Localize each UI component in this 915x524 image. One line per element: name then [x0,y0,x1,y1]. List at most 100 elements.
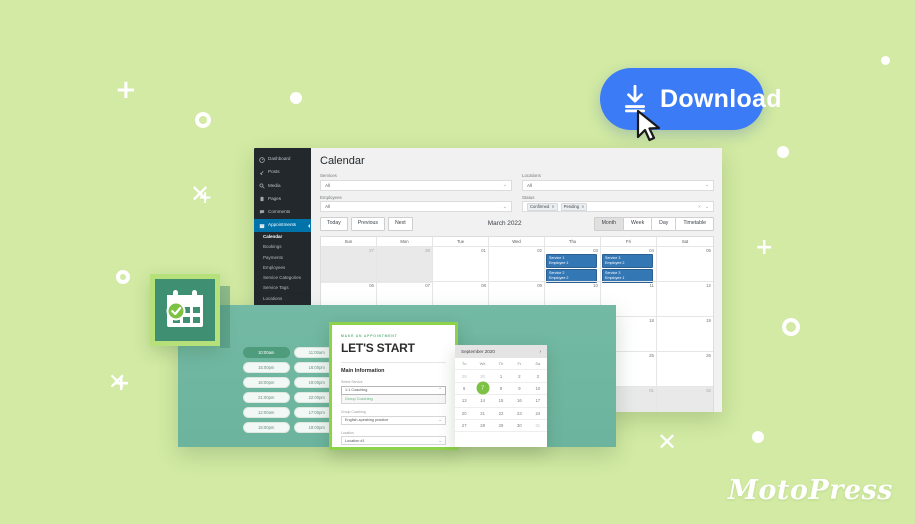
sidebar-item-dashboard[interactable]: Dashboard [254,153,311,166]
time-slot-button[interactable]: 15:00pm [243,362,290,373]
calendar-day-number: 11 [601,283,654,288]
calendar-day-cell[interactable]: 01 [433,246,489,283]
select-service-option-group-coaching[interactable]: Group Coaching [341,395,446,405]
calendar-day-cell[interactable]: 02 [489,246,545,283]
calendar-event[interactable]: Service 3Employee 2 [602,254,653,268]
services-filter-select[interactable]: All ⌄ [320,180,512,191]
mini-calendar-day[interactable]: 27 [455,420,473,432]
mini-day-header: Fr [510,358,528,370]
status-tag-pending[interactable]: Pending ✕ [561,203,588,211]
download-button[interactable]: Download [600,68,764,130]
mini-calendar-day[interactable]: 10 [529,383,547,395]
mini-calendar-day[interactable]: 7 [473,383,491,395]
mini-calendar-day[interactable]: 23 [510,408,528,420]
sidebar-subitem-employees[interactable]: Employees [254,263,311,273]
download-button-label: Download [660,85,782,114]
calendar-event[interactable]: Service 1Employee 1 [546,254,597,268]
mini-calendar-day[interactable]: 8 [492,383,510,395]
status-filter-select[interactable]: Confirmed ✕ Pending ✕ × ⌄ [522,201,714,212]
select-service-dropdown[interactable]: 1:1 Coaching ⌃ [341,386,446,395]
mini-calendar-day[interactable]: 21 [473,408,491,420]
calendar-toolbar: Today Previous Next March 2022 Month Wee… [320,217,714,231]
location-dropdown[interactable]: Location #1 ⌄ [341,436,446,445]
sidebar-item-media[interactable]: Media [254,179,311,192]
group-coaching-dropdown[interactable]: English-speaking practice ⌄ [341,416,446,425]
chevron-right-icon[interactable]: › [539,349,541,355]
calendar-day-cell[interactable]: 12 [657,281,713,316]
calendar-day-cell[interactable]: 28 [377,246,433,283]
calendar-day-cell[interactable]: 19 [657,316,713,351]
time-slot-list: 10:00am11:00am15:00pm16:00pm18:00pm19:00… [243,347,340,444]
sidebar-item-comments[interactable]: Comments [254,206,311,219]
previous-button[interactable]: Previous [351,217,385,231]
time-slot-button[interactable]: 18:00pm [243,422,290,433]
chevron-down-icon: ⌄ [705,204,709,210]
motopress-logo: MotoPress [728,475,893,506]
view-week-button[interactable]: Week [623,217,651,231]
mini-calendar-day[interactable]: 30 [510,420,528,432]
calendar-day-number: 07 [377,283,430,288]
mini-calendar-day[interactable]: 1 [492,370,510,382]
mini-calendar-selected-day: 7 [476,382,489,395]
sidebar-item-appointments[interactable]: Appointments [254,219,311,232]
view-day-button[interactable]: Day [651,217,675,231]
mini-calendar-week-row: 2728293031 [455,420,547,432]
status-tag-confirmed[interactable]: Confirmed ✕ [527,203,558,211]
clear-all-icon[interactable]: × [698,204,701,209]
mini-calendar-day[interactable]: 16 [510,395,528,407]
status-tag-label: Confirmed [530,204,549,209]
mini-calendar-day[interactable]: 31 [529,420,547,432]
sidebar-item-pages[interactable]: Pages [254,193,311,206]
employees-filter-label: Employees [320,195,512,200]
view-month-button[interactable]: Month [594,217,623,231]
mini-calendar-day[interactable]: 3 [529,370,547,382]
sidebar-subitem-calendar[interactable]: Calendar [254,232,311,242]
sidebar-subitem-bookings[interactable]: Bookings [254,242,311,252]
today-button[interactable]: Today [320,217,348,231]
mini-calendar-day[interactable]: 24 [529,408,547,420]
sidebar-item-posts[interactable]: Posts [254,166,311,179]
sidebar-subitem-locations[interactable]: Locations [254,294,311,304]
mini-calendar-week-row: 2021222324 [455,408,547,420]
close-icon[interactable]: ✕ [551,204,554,209]
employees-filter-select[interactable]: All ⌄ [320,201,512,212]
sidebar-item-label: Media [268,184,281,189]
time-slot-button[interactable]: 12:00am [243,407,290,418]
plus-decoration-icon: + [112,373,130,395]
next-button[interactable]: Next [388,217,413,231]
calendar-badge [150,274,220,346]
calendar-day-cell[interactable]: 26 [657,351,713,386]
calendar-day-cell[interactable]: 27 [321,246,377,283]
mini-calendar-day[interactable]: 14 [473,395,491,407]
location-value: Location #1 [345,439,365,443]
calendar-day-cell[interactable]: 03Service 1Employee 1Service 2Employee 2 [545,246,601,283]
mini-calendar-day[interactable]: 28 [473,420,491,432]
mini-calendar-day[interactable]: 20 [455,408,473,420]
mini-calendar-day[interactable]: 2 [510,370,528,382]
sidebar-subitem-service-categories[interactable]: Service Categories [254,273,311,283]
sidebar-subitem-payments[interactable]: Payments [254,253,311,263]
mini-calendar-day[interactable]: 17 [529,395,547,407]
x-decoration-icon: ✕ [108,372,126,394]
time-slot-button[interactable]: 21:00pm [243,392,290,403]
sidebar-subitem-service-tags[interactable]: Service Tags [254,284,311,294]
booking-form-card: MAKE AN APPOINTMENT LET'S START Main Inf… [329,322,458,450]
mini-calendar-day[interactable]: 9 [510,383,528,395]
calendar-day-cell[interactable]: 05 [657,246,713,283]
mini-calendar-day[interactable]: 29 [455,370,473,382]
mini-calendar-title: September 2020 [461,349,495,354]
mini-calendar-day[interactable]: 6 [455,383,473,395]
calendar-day-cell[interactable]: 02 [657,386,713,412]
mini-calendar-day[interactable]: 22 [492,408,510,420]
mini-calendar-day[interactable]: 15 [492,395,510,407]
sidebar-item-label: Pages [268,197,281,202]
locations-filter-select[interactable]: All ⌄ [522,180,714,191]
view-timetable-button[interactable]: Timetable [675,217,714,231]
time-slot-button[interactable]: 10:00am [243,347,290,358]
time-slot-button[interactable]: 18:00pm [243,377,290,388]
calendar-day-cell[interactable]: 04Service 3Employee 2Service 3Employee 1 [601,246,657,283]
mini-calendar-day[interactable]: 30 [473,370,491,382]
mini-calendar-day[interactable]: 29 [492,420,510,432]
mini-calendar-day[interactable]: 13 [455,395,473,407]
close-icon[interactable]: ✕ [581,204,584,209]
